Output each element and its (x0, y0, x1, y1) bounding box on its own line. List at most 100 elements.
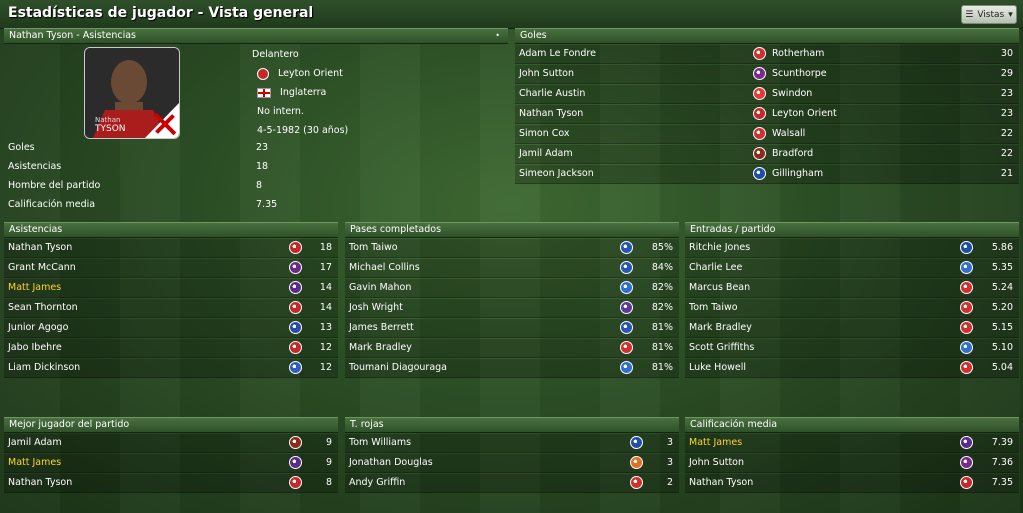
player-name[interactable]: Ritchie Jones (689, 239, 750, 257)
list-item[interactable]: Sean Thornton 14 (4, 299, 338, 318)
motm-panel-header[interactable]: Mejor jugador del partido (4, 417, 338, 433)
list-item[interactable]: James Berrett 81% (345, 319, 679, 338)
list-item[interactable]: Josh Wright 82% (345, 299, 679, 318)
player-name[interactable]: Marcus Bean (689, 279, 750, 297)
club-crest-icon[interactable] (753, 67, 766, 80)
assists-panel-header[interactable]: Asistencias (4, 222, 338, 238)
player-name[interactable]: John Sutton (519, 65, 574, 83)
player-name[interactable]: Toumani Diagouraga (349, 359, 447, 377)
club-crest-icon[interactable] (289, 456, 302, 469)
list-item[interactable]: Scott Griffiths 5.10 (685, 339, 1019, 358)
player-name[interactable]: Josh Wright (349, 299, 403, 317)
list-item[interactable]: Tom Taiwo 85% (345, 239, 679, 258)
club-crest-icon[interactable] (620, 301, 633, 314)
list-item[interactable]: John Sutton 7.36 (685, 454, 1019, 473)
player-name[interactable]: Sean Thornton (8, 299, 78, 317)
club-crest-icon[interactable] (753, 147, 766, 160)
player-nation[interactable]: Inglaterra (257, 83, 326, 102)
list-item[interactable]: Charlie Lee 5.35 (685, 259, 1019, 278)
player-name[interactable]: James Berrett (349, 319, 414, 337)
club-crest-icon[interactable] (630, 456, 643, 469)
list-item[interactable]: Matt James 9 (4, 454, 338, 473)
list-item[interactable]: Nathan Tyson 8 (4, 474, 338, 493)
club-crest-icon[interactable] (620, 341, 633, 354)
list-item[interactable]: Matt James 14 (4, 279, 338, 298)
list-item[interactable]: Mark Bradley 81% (345, 339, 679, 358)
list-item[interactable]: Charlie Austin Swindon 23 (515, 85, 1019, 104)
team-name[interactable]: Bradford (772, 145, 813, 163)
player-name[interactable]: Tom Williams (349, 434, 411, 452)
rating-panel-header[interactable]: Calificación media (685, 417, 1019, 433)
club-crest-icon[interactable] (960, 341, 973, 354)
player-name[interactable]: John Sutton (689, 454, 744, 472)
list-item[interactable]: Nathan Tyson 7.35 (685, 474, 1019, 493)
player-name[interactable]: Mark Bradley (689, 319, 752, 337)
panel-menu-icon[interactable]: • (495, 29, 500, 43)
player-name[interactable]: Michael Collins (349, 259, 420, 277)
club-crest-icon[interactable] (289, 241, 302, 254)
list-item[interactable]: Liam Dickinson 12 (4, 359, 338, 378)
club-crest-icon[interactable] (620, 261, 633, 274)
passes-panel-header[interactable]: Pases completados (345, 222, 679, 238)
list-item[interactable]: Simon Cox Walsall 22 (515, 125, 1019, 144)
list-item[interactable]: Jamil Adam Bradford 22 (515, 145, 1019, 164)
player-name[interactable]: Simon Cox (519, 125, 570, 143)
team-name[interactable]: Gillingham (772, 165, 823, 183)
tackles-panel-header[interactable]: Entradas / partido (685, 222, 1019, 238)
player-name[interactable]: Grant McCann (8, 259, 76, 277)
team-name[interactable]: Scunthorpe (772, 65, 827, 83)
club-crest-icon[interactable] (753, 107, 766, 120)
list-item[interactable]: Simeon Jackson Gillingham 21 (515, 165, 1019, 184)
player-name[interactable]: Simeon Jackson (519, 165, 594, 183)
list-item[interactable]: Jamil Adam 9 (4, 434, 338, 453)
team-name[interactable]: Rotherham (772, 45, 824, 63)
list-item[interactable]: Adam Le Fondre Rotherham 30 (515, 45, 1019, 64)
player-name[interactable]: Junior Agogo (8, 319, 68, 337)
club-crest-icon[interactable] (289, 301, 302, 314)
player-name[interactable]: Tom Taiwo (689, 299, 738, 317)
list-item[interactable]: Andy Griffin 2 (345, 474, 679, 493)
club-crest-icon[interactable] (289, 341, 302, 354)
player-name[interactable]: Jamil Adam (8, 434, 62, 452)
club-crest-icon[interactable] (753, 87, 766, 100)
player-name[interactable]: Matt James (8, 454, 61, 472)
player-name[interactable]: Mark Bradley (349, 339, 412, 357)
list-item[interactable]: John Sutton Scunthorpe 29 (515, 65, 1019, 84)
list-item[interactable]: Michael Collins 84% (345, 259, 679, 278)
club-crest-icon[interactable] (289, 436, 302, 449)
club-crest-icon[interactable] (960, 321, 973, 334)
list-item[interactable]: Junior Agogo 13 (4, 319, 338, 338)
club-crest-icon[interactable] (620, 281, 633, 294)
list-item[interactable]: Nathan Tyson 18 (4, 239, 338, 258)
club-crest-icon[interactable] (620, 321, 633, 334)
red-cards-panel-header[interactable]: T. rojas (345, 417, 679, 433)
player-name[interactable]: Luke Howell (689, 359, 746, 377)
team-name[interactable]: Swindon (772, 85, 812, 103)
list-item[interactable]: Jonathan Douglas 3 (345, 454, 679, 473)
club-crest-icon[interactable] (753, 47, 766, 60)
player-name[interactable]: Adam Le Fondre (519, 45, 596, 63)
player-name[interactable]: Nathan Tyson (689, 474, 753, 492)
list-item[interactable]: Matt James 7.39 (685, 434, 1019, 453)
club-crest-icon[interactable] (960, 241, 973, 254)
player-name[interactable]: Matt James (689, 434, 742, 452)
club-crest-icon[interactable] (289, 476, 302, 489)
club-crest-icon[interactable] (289, 361, 302, 374)
club-crest-icon[interactable] (753, 167, 766, 180)
player-name[interactable]: Liam Dickinson (8, 359, 80, 377)
list-item[interactable]: Marcus Bean 5.24 (685, 279, 1019, 298)
club-crest-icon[interactable] (960, 476, 973, 489)
club-crest-icon[interactable] (289, 321, 302, 334)
list-item[interactable]: Jabo Ibehre 12 (4, 339, 338, 358)
player-panel-header[interactable]: Nathan Tyson - Asistencias • (4, 28, 508, 44)
list-item[interactable]: Toumani Diagouraga 81% (345, 359, 679, 378)
club-crest-icon[interactable] (620, 241, 633, 254)
player-name[interactable]: Nathan Tyson (519, 105, 583, 123)
views-button[interactable]: ☰ Vistas ▾ (961, 5, 1017, 24)
club-crest-icon[interactable] (960, 261, 973, 274)
club-crest-icon[interactable] (289, 261, 302, 274)
player-name[interactable]: Tom Taiwo (349, 239, 398, 257)
player-name[interactable]: Jamil Adam (519, 145, 573, 163)
list-item[interactable]: Gavin Mahon 82% (345, 279, 679, 298)
club-crest-icon[interactable] (960, 281, 973, 294)
